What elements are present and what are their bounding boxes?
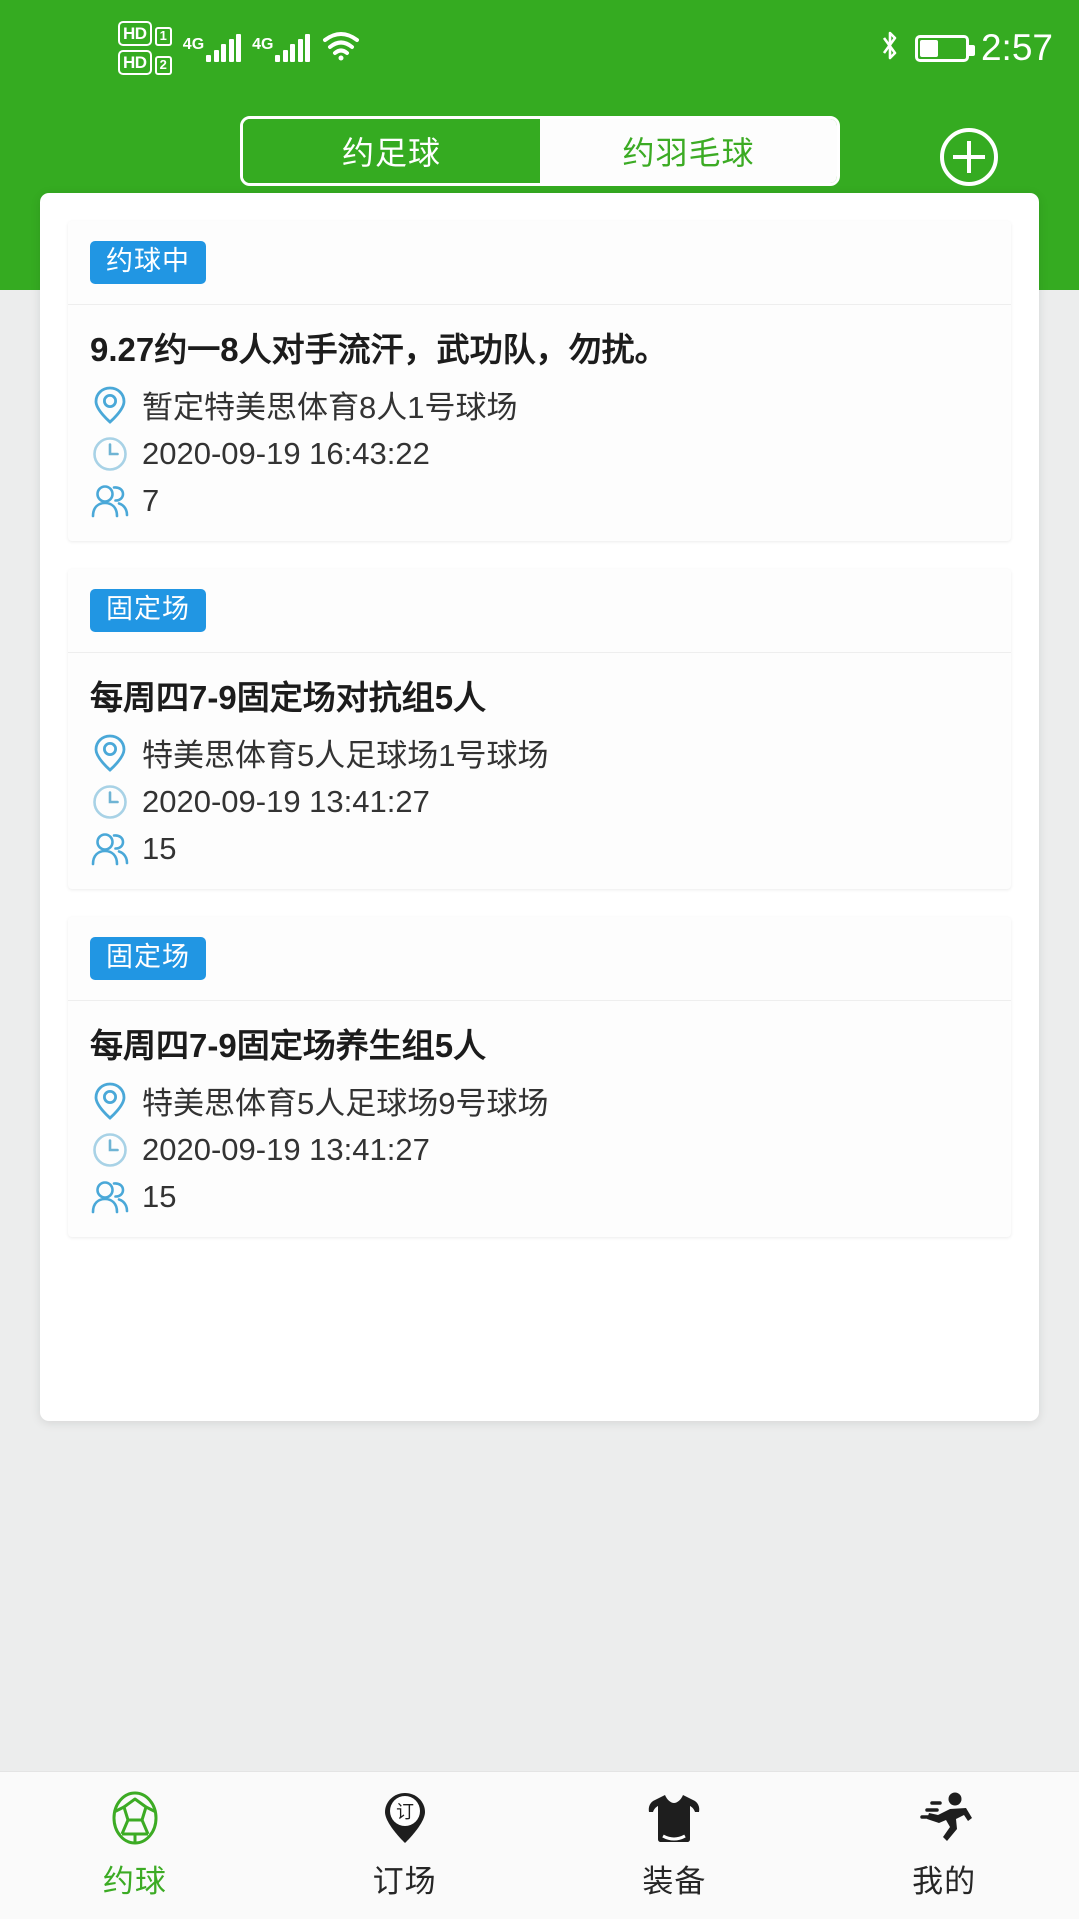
activity-title: 每周四7-9固定场养生组5人 xyxy=(90,1027,487,1064)
nav-label-profile: 我的 xyxy=(912,1864,977,1899)
bottom-navigation: 约球 订 订场 装备 我的 xyxy=(0,1771,1079,1919)
signal-group-sim1: 4G xyxy=(182,34,242,62)
activity-people-count: 15 xyxy=(142,831,177,866)
activity-time: 2020-09-19 13:41:27 xyxy=(142,1132,430,1167)
activity-time: 2020-09-19 16:43:22 xyxy=(142,436,430,471)
activity-location-row: 特美思体育5人足球场9号球场 xyxy=(90,1078,989,1123)
network-label-sim1: 4G xyxy=(182,36,205,53)
status-badge: 固定场 xyxy=(90,589,206,632)
dual-sim-hd-indicator: HD 1 HD 2 xyxy=(118,21,172,75)
status-badge: 固定场 xyxy=(90,937,206,980)
status-bar-left: HD 1 HD 2 4G 4G xyxy=(118,21,360,75)
card-header: 约球中 xyxy=(68,221,1011,305)
sim2-number: 2 xyxy=(154,56,172,75)
people-icon xyxy=(90,829,130,869)
status-badge: 约球中 xyxy=(90,241,206,284)
card-header: 固定场 xyxy=(68,569,1011,653)
nav-item-profile[interactable]: 我的 xyxy=(809,1790,1079,1901)
activity-people-count: 7 xyxy=(142,483,160,518)
activity-people-row: 15 xyxy=(90,829,989,869)
nav-item-booking[interactable]: 订 订场 xyxy=(270,1790,540,1901)
card-body: 9.27约一8人对手流汗，武功队，勿扰。 暂定特美思体育8人1号球场 2020-… xyxy=(68,305,1011,541)
activity-time: 2020-09-19 13:41:27 xyxy=(142,784,430,819)
booking-pin-icon: 订 xyxy=(380,1790,430,1846)
app-screen: HD 1 HD 2 4G 4G 2:57 约足球 约羽毛球 约球中 9.27约一… xyxy=(0,0,1079,1919)
activity-time-row: 2020-09-19 13:41:27 xyxy=(90,782,989,822)
add-activity-button[interactable] xyxy=(940,128,998,186)
running-person-icon xyxy=(916,1790,973,1846)
status-bar-right: 2:57 xyxy=(879,27,1053,69)
hd-label-sim1: HD xyxy=(118,21,152,46)
football-icon xyxy=(108,1790,162,1846)
activity-card[interactable]: 固定场 每周四7-9固定场养生组5人 特美思体育5人足球场9号球场 2020-0… xyxy=(68,917,1011,1237)
people-icon xyxy=(90,481,130,521)
bluetooth-icon xyxy=(879,29,901,68)
activity-location: 暂定特美思体育8人1号球场 xyxy=(142,390,518,425)
tab-football[interactable]: 约足球 xyxy=(243,118,540,183)
wifi-icon xyxy=(322,31,360,66)
activity-location: 特美思体育5人足球场1号球场 xyxy=(142,738,549,773)
nav-item-gear[interactable]: 装备 xyxy=(540,1790,810,1901)
app-header-bar: 约足球 约羽毛球 xyxy=(0,113,1079,188)
clock-icon xyxy=(90,1130,130,1170)
people-icon xyxy=(90,1177,130,1217)
activity-location-row: 特美思体育5人足球场1号球场 xyxy=(90,730,989,775)
jersey-icon xyxy=(645,1790,703,1846)
sim1-number: 1 xyxy=(154,27,172,46)
location-pin-icon xyxy=(90,1081,130,1121)
activity-location-row: 暂定特美思体育8人1号球场 xyxy=(90,382,989,427)
activity-location: 特美思体育5人足球场9号球场 xyxy=(142,1086,549,1121)
signal-bars-icon-sim1 xyxy=(206,34,242,62)
card-body: 每周四7-9固定场养生组5人 特美思体育5人足球场9号球场 2020-09-19… xyxy=(68,1001,1011,1237)
activity-card[interactable]: 固定场 每周四7-9固定场对抗组5人 特美思体育5人足球场1号球场 2020-0… xyxy=(68,569,1011,889)
activity-card[interactable]: 约球中 9.27约一8人对手流汗，武功队，勿扰。 暂定特美思体育8人1号球场 2… xyxy=(68,221,1011,541)
clock-icon xyxy=(90,782,130,822)
sport-tab-switch[interactable]: 约足球 约羽毛球 xyxy=(240,115,840,186)
status-bar-clock: 2:57 xyxy=(980,27,1053,68)
signal-bars-icon-sim2 xyxy=(275,34,311,62)
activity-time-row: 2020-09-19 16:43:22 xyxy=(90,434,989,474)
status-bar: HD 1 HD 2 4G 4G 2:57 xyxy=(0,0,1079,96)
hd-label-sim2: HD xyxy=(118,50,152,75)
card-header: 固定场 xyxy=(68,917,1011,1001)
battery-icon xyxy=(914,34,975,62)
activity-title: 9.27约一8人对手流汗，武功队，勿扰。 xyxy=(90,331,668,368)
activity-people-row: 7 xyxy=(90,481,989,521)
clock-icon xyxy=(90,434,130,474)
nav-label-booking: 订场 xyxy=(372,1864,437,1899)
nav-item-matches[interactable]: 约球 xyxy=(0,1790,270,1901)
svg-text:订: 订 xyxy=(396,1802,414,1822)
nav-label-gear: 装备 xyxy=(642,1864,707,1899)
location-pin-icon xyxy=(90,385,130,425)
activity-people-row: 15 xyxy=(90,1177,989,1217)
activity-time-row: 2020-09-19 13:41:27 xyxy=(90,1130,989,1170)
activity-title: 每周四7-9固定场对抗组5人 xyxy=(90,679,487,716)
activity-people-count: 15 xyxy=(142,1179,177,1214)
signal-group-sim2: 4G xyxy=(252,34,311,62)
tab-badminton[interactable]: 约羽毛球 xyxy=(540,118,837,183)
plus-circle-icon xyxy=(953,141,985,173)
nav-label-matches: 约球 xyxy=(102,1864,167,1899)
location-pin-icon xyxy=(90,733,130,773)
activity-list-panel: 约球中 9.27约一8人对手流汗，武功队，勿扰。 暂定特美思体育8人1号球场 2… xyxy=(40,193,1039,1421)
network-label-sim2: 4G xyxy=(252,36,274,53)
card-body: 每周四7-9固定场对抗组5人 特美思体育5人足球场1号球场 2020-09-19… xyxy=(68,653,1011,889)
